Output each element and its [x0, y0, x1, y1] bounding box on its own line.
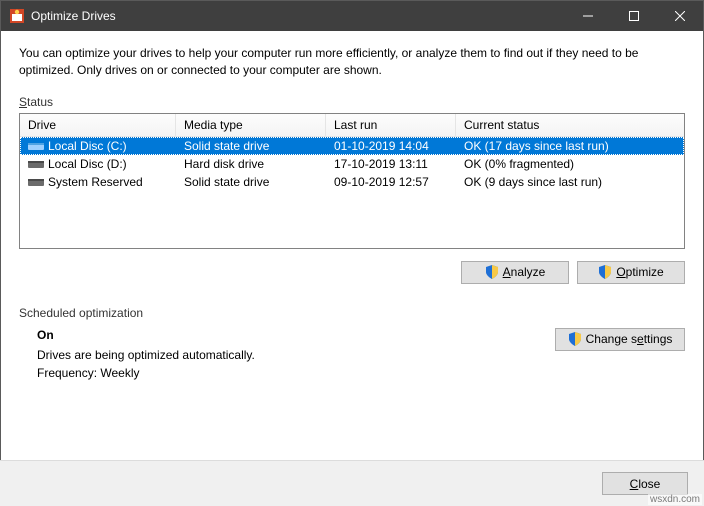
window-controls	[565, 1, 703, 31]
optimize-button[interactable]: Optimize	[577, 261, 685, 284]
action-buttons: Analyze Optimize	[19, 261, 685, 284]
drive-media: Solid state drive	[176, 175, 326, 189]
analyze-label: nalyze	[511, 265, 546, 279]
drive-icon	[28, 158, 44, 170]
schedule-frequency: Frequency: Weekly	[37, 366, 255, 380]
maximize-button[interactable]	[611, 1, 657, 31]
schedule-label: Scheduled optimization	[19, 306, 685, 320]
list-header: Drive Media type Last run Current status	[20, 114, 684, 137]
col-header-media[interactable]: Media type	[176, 114, 326, 136]
shield-icon	[485, 265, 499, 279]
status-label: Status	[19, 95, 685, 109]
drive-last-run: 09-10-2019 12:57	[326, 175, 456, 189]
close-window-button[interactable]	[657, 1, 703, 31]
shield-icon	[568, 332, 582, 346]
table-row[interactable]: Local Disc (D:) Hard disk drive17-10-2019…	[20, 155, 684, 173]
drive-media: Hard disk drive	[176, 157, 326, 171]
drive-media: Solid state drive	[176, 139, 326, 153]
shield-icon	[598, 265, 612, 279]
schedule-info: On Drives are being optimized automatica…	[37, 328, 255, 384]
drive-status: OK (0% fragmented)	[456, 157, 684, 171]
drive-icon	[28, 140, 44, 152]
app-icon	[9, 8, 25, 24]
drive-last-run: 01-10-2019 14:04	[326, 139, 456, 153]
analyze-button[interactable]: Analyze	[461, 261, 569, 284]
schedule-auto-text: Drives are being optimized automatically…	[37, 348, 255, 362]
change-settings-button[interactable]: Change settings	[555, 328, 685, 351]
drive-name: Local Disc (C:)	[48, 139, 127, 153]
drive-name: Local Disc (D:)	[48, 157, 127, 171]
drive-name: System Reserved	[48, 175, 143, 189]
schedule-state: On	[37, 328, 255, 342]
content-area: You can optimize your drives to help you…	[1, 31, 703, 394]
drive-list[interactable]: Drive Media type Last run Current status…	[19, 113, 685, 249]
bottom-bar: Close	[0, 460, 704, 506]
col-header-last[interactable]: Last run	[326, 114, 456, 136]
watermark: wsxdn.com	[648, 494, 702, 505]
schedule-section: Scheduled optimization On Drives are bei…	[19, 306, 685, 384]
drive-last-run: 17-10-2019 13:11	[326, 157, 456, 171]
window-title: Optimize Drives	[31, 9, 565, 23]
intro-text: You can optimize your drives to help you…	[19, 45, 685, 79]
drive-status: OK (17 days since last run)	[456, 139, 684, 153]
table-row[interactable]: Local Disc (C:) Solid state drive01-10-20…	[20, 137, 684, 155]
minimize-button[interactable]	[565, 1, 611, 31]
optimize-label: ptimize	[626, 265, 664, 279]
col-header-drive[interactable]: Drive	[20, 114, 176, 136]
col-header-status[interactable]: Current status	[456, 114, 684, 136]
drive-status: OK (9 days since last run)	[456, 175, 684, 189]
close-label: lose	[638, 477, 660, 491]
titlebar: Optimize Drives	[1, 1, 703, 31]
drive-icon	[28, 176, 44, 188]
table-row[interactable]: System Reserved Solid state drive09-10-20…	[20, 173, 684, 191]
close-button[interactable]: Close	[602, 472, 688, 495]
